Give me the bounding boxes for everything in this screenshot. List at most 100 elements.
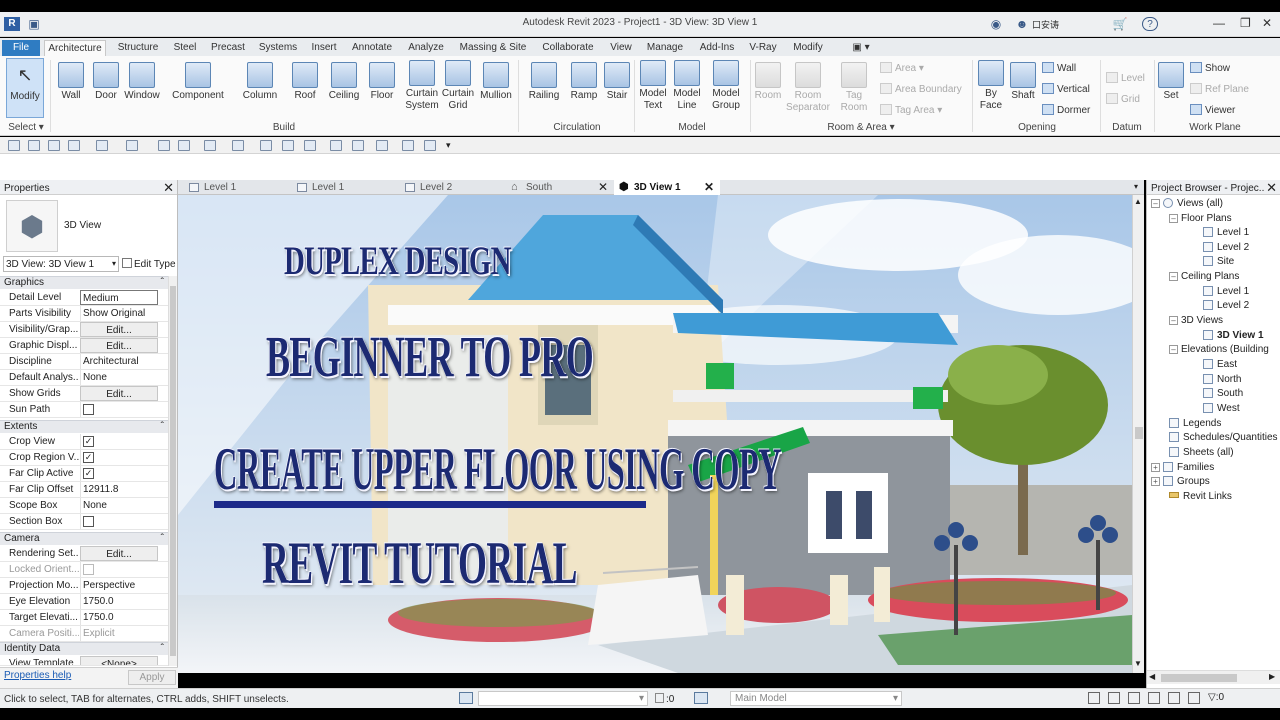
tree-revit-links[interactable]: Revit Links — [1169, 491, 1232, 502]
prop-section-box[interactable]: Section Box — [0, 514, 168, 530]
select-underlay-icon[interactable] — [1108, 692, 1120, 704]
prop-value[interactable]: Perspective — [80, 578, 158, 593]
minimize-button[interactable]: — — [1213, 16, 1225, 30]
crop-region-checkbox[interactable]: ✓ — [83, 452, 94, 463]
vertical-opening-button[interactable]: Vertical — [1042, 83, 1090, 95]
close-tab-icon[interactable]: ✕ — [598, 180, 608, 195]
prop-target-elevation[interactable]: Target Elevati... 1750.0 — [0, 610, 168, 626]
prop-crop-view[interactable]: Crop View ✓ — [0, 434, 168, 450]
set-work-plane-button[interactable]: Set — [1156, 62, 1186, 101]
tab-steel[interactable]: Steel — [170, 40, 200, 56]
modify-button[interactable]: ↖ Modify — [6, 58, 44, 118]
scroll-left-icon[interactable]: ◀ — [1149, 672, 1155, 681]
tree-ceiling-plans[interactable]: – Ceiling Plans — [1169, 271, 1239, 282]
prop-discipline[interactable]: Discipline Architectural — [0, 354, 168, 370]
view-tab-south[interactable]: ⌂ South ✕ — [506, 180, 610, 195]
tab-add-ins[interactable]: Add-Ins — [694, 40, 740, 56]
by-face-button[interactable]: By Face — [976, 60, 1006, 112]
tree-views-all[interactable]: – Views (all) — [1151, 198, 1223, 209]
crop-view-checkbox[interactable]: ✓ — [83, 436, 94, 447]
ceiling-button[interactable]: Ceiling — [324, 62, 364, 101]
collapse-toggle-icon[interactable]: – — [1169, 316, 1178, 325]
tree-el-east[interactable]: East — [1203, 359, 1237, 370]
user-name[interactable]: 口安诪 — [1032, 18, 1059, 31]
new-icon[interactable] — [8, 140, 20, 151]
tree-floor-plans[interactable]: – Floor Plans — [1169, 213, 1232, 224]
edit-button[interactable]: Edit... — [80, 546, 158, 561]
editable-only-count[interactable]: :0 — [655, 693, 674, 705]
scroll-up-icon[interactable]: ▲ — [1134, 197, 1142, 206]
search-binoculars-icon[interactable]: ◉ — [988, 17, 1004, 31]
wall-opening-button[interactable]: Wall — [1042, 62, 1076, 74]
prop-rendering-settings[interactable]: Rendering Set... Edit... — [0, 546, 168, 562]
canvas-vertical-scrollbar[interactable]: ▲ ▼ — [1132, 195, 1144, 673]
scroll-thumb[interactable] — [1135, 427, 1143, 439]
prop-visibility-graphics[interactable]: Visibility/Grap... Edit... — [0, 322, 168, 338]
area-boundary-button[interactable]: Area Boundary — [880, 83, 962, 95]
show-work-plane-button[interactable]: Show — [1190, 62, 1230, 74]
prop-value[interactable]: None — [80, 370, 158, 385]
expand-toggle-icon[interactable]: + — [1151, 477, 1160, 486]
edit-type-button[interactable]: Edit Type — [122, 258, 176, 270]
prop-value[interactable]: None — [80, 498, 158, 513]
prop-eye-elevation[interactable]: Eye Elevation 1750.0 — [0, 594, 168, 610]
restore-button[interactable]: ❐ — [1240, 16, 1251, 30]
switch-windows-icon[interactable] — [402, 140, 414, 151]
close-button[interactable]: ✕ — [1262, 16, 1272, 30]
cart-icon[interactable]: 🛒 — [1112, 17, 1128, 31]
tree-el-west[interactable]: West — [1203, 403, 1240, 414]
view-tab-3d-view-1[interactable]: ⬢ 3D View 1 ✕ — [614, 180, 720, 195]
design-option-dropdown[interactable]: Main Model ▾ — [730, 691, 902, 706]
tree-fp-site[interactable]: Site — [1203, 256, 1234, 267]
model-group-button[interactable]: Model Group — [706, 60, 746, 112]
tree-families[interactable]: + Families — [1151, 462, 1214, 473]
prop-value[interactable]: Medium — [80, 290, 158, 305]
undo-icon[interactable] — [96, 140, 108, 151]
edit-button[interactable]: Edit... — [80, 386, 158, 401]
scroll-thumb[interactable] — [1161, 674, 1237, 682]
close-icon[interactable]: ✕ — [1264, 180, 1277, 194]
collapse-toggle-icon[interactable]: – — [1169, 214, 1178, 223]
scroll-down-icon[interactable]: ▼ — [1134, 659, 1142, 668]
prop-graphic-display[interactable]: Graphic Displ... Edit... — [0, 338, 168, 354]
user-icon[interactable]: ☻ — [1014, 17, 1030, 31]
viewer-button[interactable]: Viewer — [1190, 104, 1235, 116]
view-tab-level-2[interactable]: Level 2 — [400, 180, 500, 195]
active-workset-dropdown[interactable]: ▾ — [478, 691, 648, 706]
design-options-icon[interactable] — [694, 692, 708, 704]
tile-views-icon[interactable] — [424, 140, 436, 151]
prop-sun-path[interactable]: Sun Path — [0, 402, 168, 418]
prop-view-template[interactable]: View Template <None> — [0, 656, 168, 666]
collapse-toggle-icon[interactable]: – — [1169, 272, 1178, 281]
model-text-button[interactable]: Model Text — [636, 60, 670, 112]
ramp-button[interactable]: Ramp — [566, 62, 602, 101]
prop-default-analysis[interactable]: Default Analys... None — [0, 370, 168, 386]
tree-cp-level-2[interactable]: Level 2 — [1203, 300, 1249, 311]
prop-value[interactable]: 1750.0 — [80, 610, 158, 625]
close-tab-icon[interactable]: ✕ — [704, 180, 714, 195]
wall-button[interactable]: Wall — [54, 62, 88, 101]
prop-value[interactable]: Architectural — [80, 354, 158, 369]
tab-collaborate[interactable]: Collaborate — [537, 40, 599, 56]
prop-show-grids[interactable]: Show Grids Edit... — [0, 386, 168, 402]
section-icon[interactable] — [330, 140, 342, 151]
print-icon[interactable] — [158, 140, 170, 151]
collapse-toggle-icon[interactable]: – — [1151, 199, 1160, 208]
tab-massing-site[interactable]: Massing & Site — [456, 40, 530, 56]
area-button[interactable]: Area ▾ — [880, 62, 924, 74]
tree-el-south[interactable]: South — [1203, 388, 1243, 399]
prop-value[interactable]: 12911.8 — [80, 482, 158, 497]
dormer-button[interactable]: Dormer — [1042, 104, 1090, 116]
close-icon[interactable]: ✕ — [163, 180, 174, 196]
tab-systems[interactable]: Systems — [255, 40, 301, 56]
properties-help-link[interactable]: Properties help — [4, 670, 71, 681]
select-by-face-icon[interactable] — [1148, 692, 1160, 704]
component-button[interactable]: Component — [168, 62, 228, 101]
curtain-grid-button[interactable]: Curtain Grid — [440, 60, 476, 112]
tree-fp-level-1[interactable]: Level 1 — [1203, 227, 1249, 238]
tree-sheets[interactable]: Sheets (all) — [1169, 447, 1234, 458]
level-button[interactable]: Level — [1106, 72, 1145, 84]
customize-toolbar-icon[interactable]: ▾ — [446, 140, 458, 151]
tab-precast[interactable]: Precast — [208, 40, 248, 56]
room-button[interactable]: Room — [752, 62, 784, 101]
